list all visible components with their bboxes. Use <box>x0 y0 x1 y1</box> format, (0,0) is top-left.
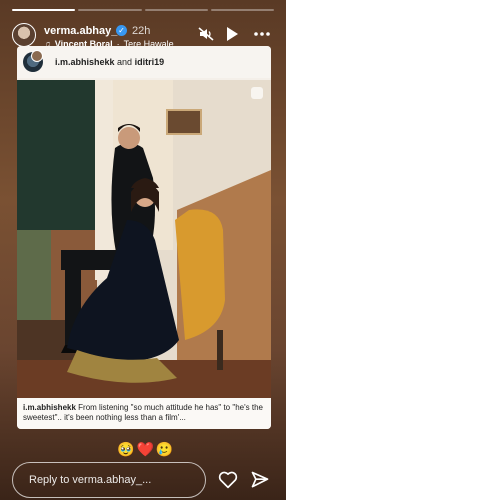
post-caption: i.m.abhishekk From listening "so much at… <box>17 398 271 429</box>
verified-badge-icon: ✓ <box>116 25 127 36</box>
post-header: i.m.abhishekk and iditri19 <box>17 46 271 78</box>
shared-post-card[interactable]: i.m.abhishekk and iditri19 i.m.abhishekk… <box>17 46 271 429</box>
post-author-2: iditri19 <box>134 57 165 67</box>
story-progress-bar <box>12 9 274 11</box>
post-authors: i.m.abhishekk and iditri19 <box>55 57 164 67</box>
post-avatar-secondary <box>31 50 43 62</box>
mute-icon[interactable] <box>198 26 214 42</box>
play-icon[interactable] <box>225 26 239 42</box>
post-photo <box>17 80 271 398</box>
progress-segment <box>78 9 142 11</box>
heart-icon[interactable] <box>218 471 238 489</box>
reaction-emoji: 🥹 <box>117 441 135 457</box>
progress-segment <box>210 9 274 11</box>
more-options-icon[interactable] <box>252 26 272 42</box>
couple-photo-illustration <box>17 80 271 398</box>
story-viewer: verma.abhay_ ✓ 22h ♫ Vincent Boral · Ter… <box>0 0 286 500</box>
reaction-emoji: ❤️ <box>136 441 154 457</box>
post-author-1: i.m.abhishekk <box>55 57 115 67</box>
post-author-joiner: and <box>117 57 133 67</box>
reply-input[interactable]: Reply to verma.abhay_... <box>12 462 206 498</box>
progress-segment <box>144 9 208 11</box>
avatar[interactable] <box>12 23 36 47</box>
reaction-emoji: 🥲 <box>155 441 174 457</box>
story-username[interactable]: verma.abhay_ <box>44 25 117 37</box>
story-timestamp: 22h <box>132 25 151 37</box>
progress-segment <box>12 9 76 11</box>
multiple-images-icon <box>251 87 263 99</box>
send-icon[interactable] <box>250 470 270 490</box>
reaction-emojis: 🥹 ❤️ 🥲 <box>117 441 173 458</box>
caption-username: i.m.abhishekk <box>23 403 76 412</box>
